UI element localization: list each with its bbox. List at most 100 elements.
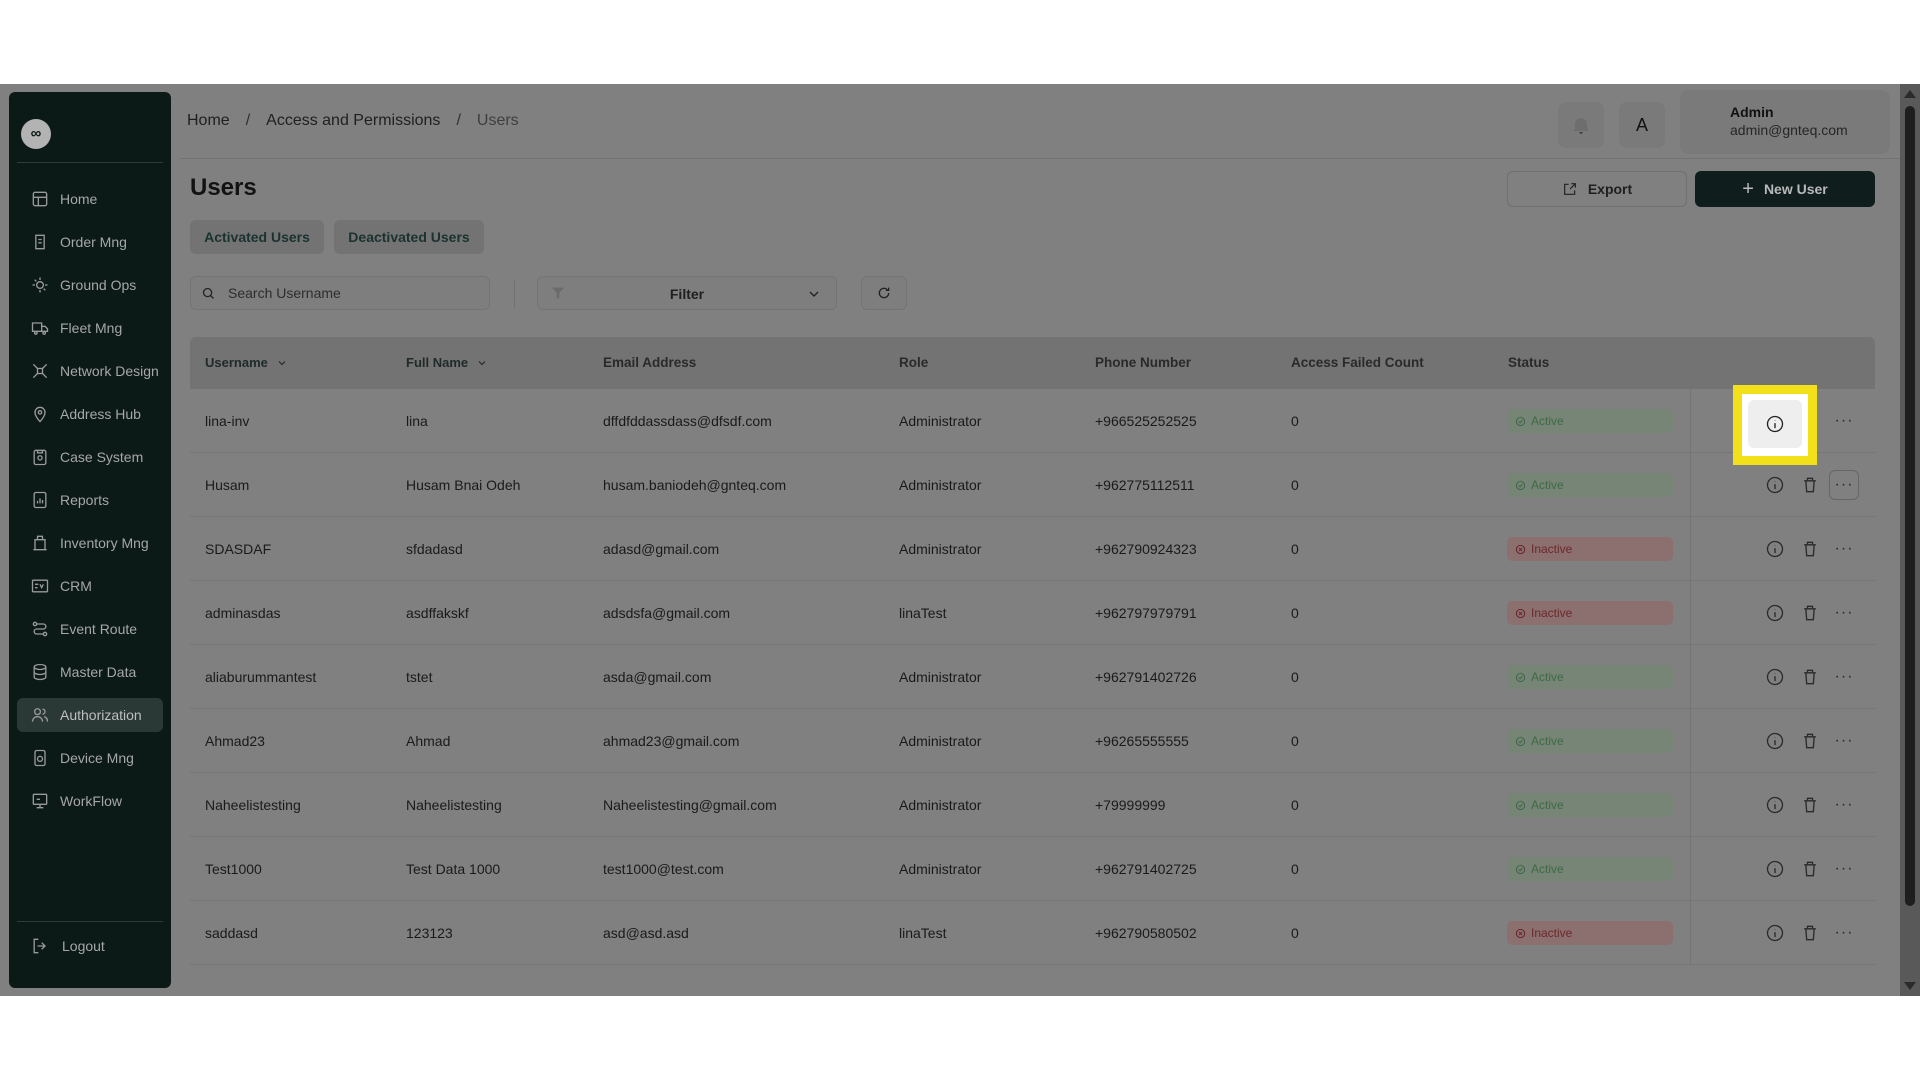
cell-failed: 0 <box>1291 669 1299 685</box>
cell-role: Administrator <box>899 413 982 429</box>
more-horizontal-icon: ··· <box>1834 732 1854 749</box>
row-delete-button[interactable] <box>1798 729 1822 753</box>
sidebar-item-workflow[interactable]: WorkFlow <box>17 784 163 818</box>
row-more-button[interactable]: ··· <box>1832 793 1856 817</box>
trash-icon <box>1804 925 1816 941</box>
row-more-button[interactable]: ··· <box>1832 665 1856 689</box>
scroll-up-arrow[interactable] <box>1904 90 1916 98</box>
row-more-button[interactable]: ··· <box>1832 537 1856 561</box>
row-info-button[interactable] <box>1763 473 1787 497</box>
sidebar-item-device-mng[interactable]: Device Mng <box>17 741 163 775</box>
row-delete-button[interactable] <box>1798 473 1822 497</box>
sidebar-item-order-mng[interactable]: Order Mng <box>17 225 163 259</box>
row-more-button[interactable]: ··· <box>1829 470 1859 500</box>
sidebar-item-home[interactable]: Home <box>17 182 163 216</box>
scroll-down-arrow[interactable] <box>1904 982 1916 990</box>
row-delete-button[interactable] <box>1798 857 1822 881</box>
breadcrumb-home[interactable]: Home <box>187 112 230 130</box>
notifications-button[interactable] <box>1558 102 1604 148</box>
check-circle-icon <box>1515 864 1526 874</box>
table-row[interactable]: Naheelistesting Naheelistesting Naheeliste… <box>190 773 1875 837</box>
scrollbar-thumb[interactable] <box>1905 106 1915 906</box>
cell-phone: +962797979791 <box>1095 605 1197 621</box>
row-info-button[interactable] <box>1763 665 1787 689</box>
cell-full-name: asdffakskf <box>406 605 469 621</box>
refresh-button[interactable] <box>861 276 907 310</box>
cell-username: aliaburummantest <box>205 669 317 685</box>
sidebar-item-address-hub[interactable]: Address Hub <box>17 397 163 431</box>
row-info-button[interactable] <box>1763 921 1787 945</box>
row-info-button[interactable] <box>1763 857 1787 881</box>
logout-button[interactable]: Logout <box>30 936 105 956</box>
cell-full-name: tstet <box>406 669 433 685</box>
search-input[interactable] <box>228 285 468 301</box>
trash-icon <box>1804 541 1816 557</box>
row-info-button[interactable] <box>1763 601 1787 625</box>
row-info-button[interactable] <box>1763 729 1787 753</box>
device-icon <box>30 748 50 768</box>
table-row[interactable]: Test1000 Test Data 1000 test1000@test.com A… <box>190 837 1875 901</box>
row-delete-button[interactable] <box>1798 921 1822 945</box>
sidebar-item-case-system[interactable]: Case System <box>17 440 163 474</box>
app-frame: ∞ Home Order Mng Ground Ops Fleet Mng Networ… <box>0 84 1920 996</box>
user-profile[interactable]: Admin admin@gnteq.com <box>1680 90 1890 154</box>
language-button[interactable]: A <box>1619 102 1665 148</box>
truck-icon <box>30 318 50 338</box>
sidebar-item-ground-ops[interactable]: Ground Ops <box>17 268 163 302</box>
layout-icon <box>30 189 50 209</box>
column-access-failed-count: Access Failed Count <box>1291 355 1424 370</box>
row-more-button[interactable]: ··· <box>1832 729 1856 753</box>
table-row[interactable]: saddasd 123123 asd@asd.asd linaTest +9627905… <box>190 901 1875 965</box>
row-more-button[interactable]: ··· <box>1832 857 1856 881</box>
check-circle-icon <box>1515 480 1526 490</box>
sidebar-item-event-route[interactable]: Event Route <box>17 612 163 646</box>
sidebar-item-fleet-mng[interactable]: Fleet Mng <box>17 311 163 345</box>
breadcrumb-access-permissions[interactable]: Access and Permissions <box>266 112 440 130</box>
status-label: Active <box>1531 478 1564 492</box>
sidebar-item-master-data[interactable]: Master Data <box>17 655 163 689</box>
cell-role: Administrator <box>899 733 982 749</box>
tab-deactivated-users[interactable]: Deactivated Users <box>334 220 484 254</box>
new-user-button[interactable]: + New User <box>1695 171 1875 207</box>
row-info-button[interactable] <box>1763 793 1787 817</box>
filter-dropdown[interactable]: Filter <box>537 276 837 310</box>
trash-icon <box>1804 605 1816 621</box>
more-horizontal-icon: ··· <box>1834 604 1854 621</box>
export-button[interactable]: Export <box>1507 171 1687 207</box>
row-delete-button[interactable] <box>1798 665 1822 689</box>
sidebar-item-inventory-mng[interactable]: Inventory Mng <box>17 526 163 560</box>
column-role: Role <box>899 355 929 370</box>
table-row[interactable]: aliaburummantest tstet asda@gmail.com Admin… <box>190 645 1875 709</box>
sidebar-item-label: Network Design <box>60 363 159 379</box>
table-row[interactable]: SDASDAF sfdadasd adasd@gmail.com Administra… <box>190 517 1875 581</box>
cell-failed: 0 <box>1291 797 1299 813</box>
actions-divider <box>1690 581 1691 645</box>
cell-failed: 0 <box>1291 733 1299 749</box>
row-more-button[interactable]: ··· <box>1832 921 1856 945</box>
sidebar-item-network-design[interactable]: Network Design <box>17 354 163 388</box>
column-username[interactable]: Username <box>205 355 288 370</box>
actions-divider <box>1690 837 1691 901</box>
actions-divider <box>1690 453 1691 517</box>
status-label: Inactive <box>1531 542 1573 556</box>
tab-activated-users[interactable]: Activated Users <box>190 220 324 254</box>
table-row[interactable]: Ahmad23 Ahmad ahmad23@gmail.com Administrat… <box>190 709 1875 773</box>
status-badge: Active <box>1507 793 1673 817</box>
row-info-button[interactable] <box>1748 400 1802 448</box>
row-more-button[interactable]: ··· <box>1832 409 1856 433</box>
table-row[interactable]: lina-inv lina dffdfddassdass@dfsdf.com Admi… <box>190 389 1875 453</box>
more-horizontal-icon: ··· <box>1834 540 1854 557</box>
table-row[interactable]: adminasdas asdffakskf adsdsfa@gmail.com lin… <box>190 581 1875 645</box>
row-delete-button[interactable] <box>1798 601 1822 625</box>
sidebar-item-reports[interactable]: Reports <box>17 483 163 517</box>
more-horizontal-icon: ··· <box>1834 668 1854 685</box>
row-delete-button[interactable] <box>1798 793 1822 817</box>
sidebar-item-authorization[interactable]: Authorization <box>17 698 163 732</box>
row-delete-button[interactable] <box>1798 537 1822 561</box>
row-more-button[interactable]: ··· <box>1832 601 1856 625</box>
row-info-button[interactable] <box>1763 537 1787 561</box>
scrollbar[interactable] <box>1900 84 1920 996</box>
table-row[interactable]: Husam Husam Bnai Odeh husam.baniodeh@gnteq… <box>190 453 1875 517</box>
column-full-name[interactable]: Full Name <box>406 355 488 370</box>
sidebar-item-crm[interactable]: CRM <box>17 569 163 603</box>
